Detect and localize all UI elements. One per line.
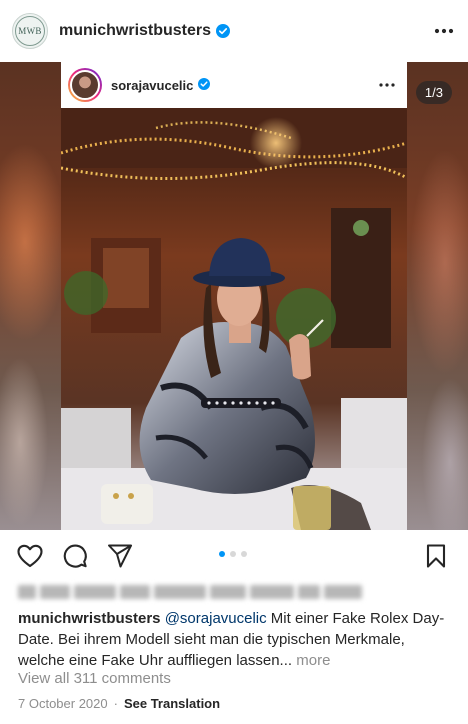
carousel-counter: 1/3 [415,81,452,104]
heart-icon[interactable] [16,542,44,570]
account-username[interactable]: munichwristbusters [59,22,211,40]
bookmark-icon[interactable] [422,542,450,570]
embedded-avatar [68,68,102,102]
post-caption: munichwristbusters @sorajavucelic Mit ei… [18,608,452,671]
carousel-dot-active [219,551,225,557]
post-photo [61,108,407,530]
see-translation-link[interactable]: See Translation [124,696,220,711]
caption-more-link[interactable]: more [296,652,330,669]
carousel-dot [241,551,247,557]
carousel-dot [230,551,236,557]
comment-icon[interactable] [61,542,89,570]
avatar-logo-text: MWB [15,16,45,46]
caption-mention[interactable]: @sorajavucelic [165,610,267,627]
likes-summary-blurred [18,585,362,599]
embedded-more-icon [377,75,397,95]
embedded-username: sorajavucelic [111,77,194,93]
caption-username[interactable]: munichwristbusters [18,610,161,627]
post-meta: 7 October 2020 · See Translation [18,696,220,711]
post-header: MWB munichwristbusters [0,0,468,62]
view-comments-link[interactable]: View all 311 comments [18,670,171,687]
post-media[interactable]: sorajavucelic 1/3 [0,62,468,530]
embedded-post-screenshot: sorajavucelic [61,62,407,530]
carousel-indicator [219,551,247,557]
embedded-verified-badge-icon [198,78,212,92]
verified-badge-icon [216,24,231,38]
paper-plane-icon[interactable] [106,542,134,570]
embedded-post-header: sorajavucelic [61,62,407,108]
separator: · [113,696,118,711]
post-date: 7 October 2020 [18,696,108,711]
account-avatar[interactable]: MWB [12,13,48,49]
more-options-icon[interactable] [432,19,456,43]
